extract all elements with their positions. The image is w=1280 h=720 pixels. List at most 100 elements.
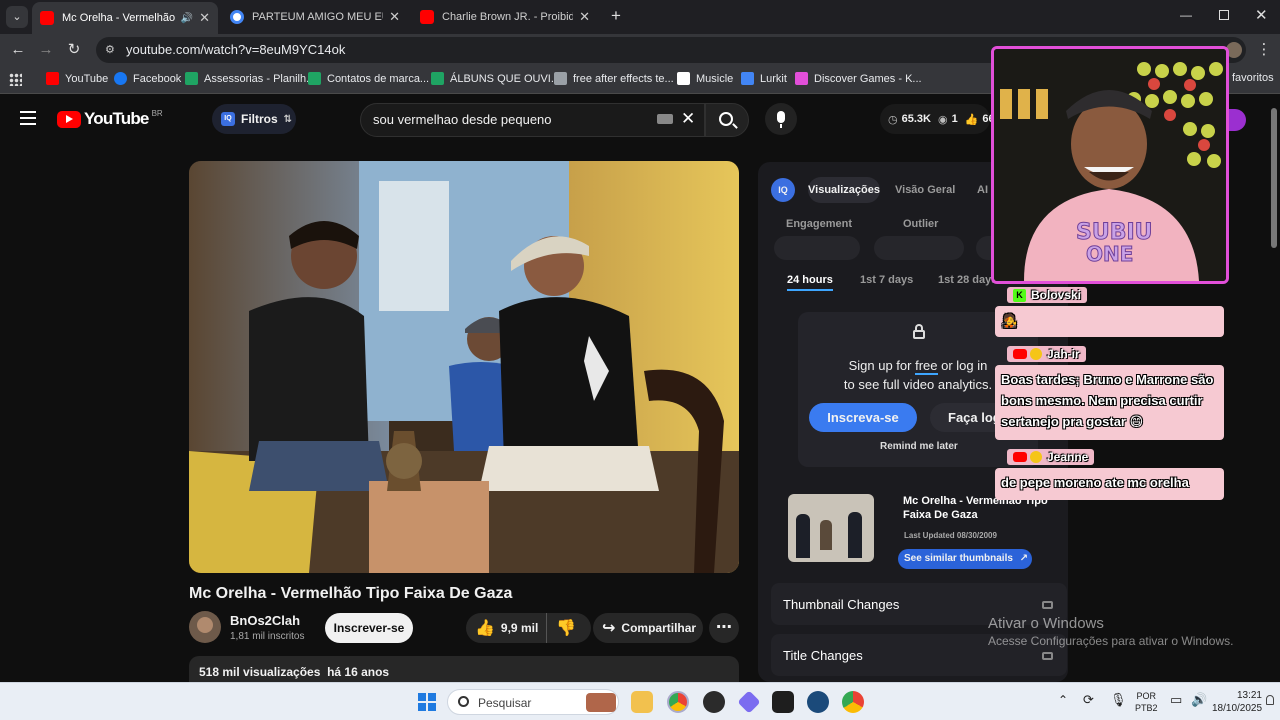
external-link-icon: ↗ [1019,553,1029,564]
musicle-icon [677,72,690,85]
tab-parteum[interactable]: PARTEUM AMIGO MEU EU PAG ✕ [222,4,408,30]
chat-message: 🧑‍🎤 [995,306,1224,337]
bookmark-facebook[interactable]: Facebook [114,72,181,85]
tray-chevron-icon[interactable]: ⌃ [1058,693,1068,707]
search-icon [458,696,469,707]
apps-grid-icon[interactable] [9,73,22,86]
lurkit-icon [741,72,754,85]
chat-message: Boas tardes; Bruno e Marrone são bons me… [995,365,1224,440]
hamburger-menu-icon[interactable] [20,111,36,125]
tab-close-icon[interactable]: ✕ [389,9,400,25]
new-tab-button[interactable]: + [606,6,626,26]
clock-icon: ◷ [888,113,898,126]
chat-username: Jeanne [1007,449,1095,465]
search-input[interactable]: sou vermelhao desde pequeno [373,112,552,127]
browser-menu-icon[interactable]: ⋮ [1254,40,1274,60]
tab-visao-geral[interactable]: Visão Geral [895,184,955,196]
obs-icon[interactable] [703,691,725,713]
bookmark-youtube[interactable]: YouTube [46,72,108,85]
tab-close-icon[interactable]: ✕ [199,10,210,26]
bookmark-favorites[interactable]: favoritos [1232,72,1274,84]
search-highlight-image [586,693,616,712]
volume-icon[interactable]: 🔊 [1191,692,1207,708]
sync-icon[interactable]: ⟳ [1083,692,1094,708]
youtube-logo[interactable]: YouTube BR [57,109,163,129]
remind-later-link[interactable]: Remind me later [880,441,958,452]
network-icon[interactable]: ▭ [1170,692,1182,708]
site-info-icon[interactable]: ⚙ [105,37,115,63]
video-title: Mc Orelha - Vermelhão Tipo Faixa De Gaza [189,585,513,602]
youtube-favicon-icon [40,11,54,25]
webcam-overlay: SUBIU ONE [991,46,1229,284]
more-icon: ⋯ [716,619,732,636]
chat-username: Jah-ir [1007,346,1086,362]
period-1st-28-days[interactable]: 1st 28 days [938,274,997,286]
activation-watermark-title: Ativar o Windows [988,615,1104,632]
related-thumbnail[interactable] [788,494,874,562]
tab-visualizacoes[interactable]: Visualizações [808,177,880,203]
search-button[interactable] [705,103,749,137]
bookmark-free-after-effects[interactable]: free after effects te... [554,72,674,85]
chat-username: K Bolovski [1007,287,1088,303]
forward-icon[interactable]: → [36,40,56,60]
similar-thumbnails-button[interactable]: See similar thumbnails ↗ [898,549,1032,569]
channel-name[interactable]: BnOs2Clah [230,613,300,628]
like-button[interactable]: 👍 9,9 mil [470,613,542,643]
tab-mc-orelha[interactable]: Mc Orelha - Vermelhão Tip 🔊 ✕ [32,2,218,34]
speaker-icon[interactable]: 🔊 [181,13,193,24]
browser-tab-strip: ⌄ Mc Orelha - Vermelhão Tip 🔊 ✕ PARTEUM … [0,0,1280,34]
tab-ai[interactable]: AI [977,184,988,196]
lock-icon [1042,652,1053,660]
close-window-icon[interactable]: ✕ [1255,6,1268,24]
search-box[interactable]: sou vermelhao desde pequeno ✕ [360,103,705,137]
windows-start-icon[interactable] [418,693,436,711]
channel-avatar[interactable] [189,611,221,643]
keyboard-icon[interactable] [657,114,673,124]
minimize-icon[interactable]: — [1180,8,1192,22]
signup-button[interactable]: Inscreva-se [809,403,917,432]
filters-button[interactable]: IQ Filtros ⇅ [212,104,296,134]
reload-icon[interactable]: ↻ [64,40,84,60]
chrome-profile-icon[interactable] [842,691,864,713]
tab-close-icon[interactable]: ✕ [579,9,590,25]
bookmark-albuns[interactable]: ÁLBUNS QUE OUVI... [431,72,560,85]
lock-icon [1042,601,1053,609]
voice-search-button[interactable] [765,103,797,135]
bookmark-lurkit[interactable]: Lurkit [741,72,787,85]
back-icon[interactable]: ← [8,40,28,60]
bookmark-discover-games[interactable]: Discover Games - K... [795,72,922,85]
restore-icon[interactable] [1219,10,1229,20]
microphone-icon [777,111,785,123]
steam-icon[interactable] [807,691,829,713]
clear-search-icon[interactable]: ✕ [681,109,695,129]
chrome-icon[interactable] [667,691,689,713]
bookmark-contatos[interactable]: Contatos de marca... [308,72,429,85]
taskbar-search-box[interactable]: Pesquisar [447,689,619,715]
video-frame-image [189,161,739,573]
terminal-icon[interactable] [772,691,794,713]
share-button[interactable]: ↪ Compartilhar [593,613,703,643]
notifications-icon[interactable] [1266,695,1274,705]
period-1st-7-days[interactable]: 1st 7 days [860,274,913,286]
dislike-button[interactable]: 👎 [546,613,586,643]
thumbs-icon: 👍 [964,113,979,126]
tab-search-button[interactable]: ⌄ [6,6,28,28]
language-indicator[interactable]: POR PTB2 [1135,690,1158,714]
description-meta: 518 mil visualizações há 16 anos [199,665,390,679]
file-explorer-icon[interactable] [631,691,653,713]
period-24-hours[interactable]: 24 hours [787,274,833,291]
more-actions-button[interactable]: ⋯ [709,613,739,643]
tab-charlie-brown[interactable]: Charlie Brown JR. - Proibida Pra ✕ [412,4,598,30]
facebook-icon [114,72,127,85]
user-avatar[interactable] [1228,109,1246,131]
page-scrollbar[interactable] [1268,94,1280,682]
video-stats-bar: ◷ 65.3K ◉ 1 👍 66 [880,104,995,134]
video-player[interactable] [189,161,739,573]
microphone-tray-icon[interactable]: 🎙 [1110,692,1127,708]
subscribe-button[interactable]: Inscrever-se [325,613,413,643]
app-icon[interactable] [737,690,761,714]
bookmark-musicle[interactable]: Musicle [677,72,733,85]
bookmark-assessorias[interactable]: Assessorias - Planilh... [185,72,315,85]
share-icon: ↪ [602,620,616,637]
clock[interactable]: 13:21 18/10/2025 [1212,689,1262,715]
